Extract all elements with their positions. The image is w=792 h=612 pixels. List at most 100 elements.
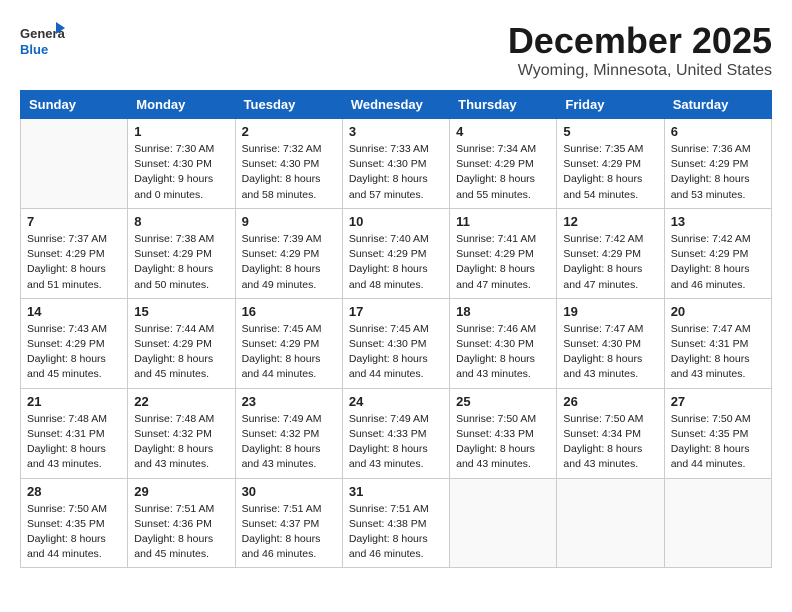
calendar-cell: 11 Sunrise: 7:41 AMSunset: 4:29 PMDayligh… — [450, 208, 557, 298]
calendar-cell: 12 Sunrise: 7:42 AMSunset: 4:29 PMDayligh… — [557, 208, 664, 298]
day-number: 26 — [563, 394, 657, 409]
day-number: 25 — [456, 394, 550, 409]
calendar-cell: 9 Sunrise: 7:39 AMSunset: 4:29 PMDaylight… — [235, 208, 342, 298]
weekday-header-thursday: Thursday — [450, 91, 557, 119]
day-info: Sunrise: 7:48 AMSunset: 4:32 PMDaylight:… — [134, 412, 228, 473]
day-info: Sunrise: 7:45 AMSunset: 4:30 PMDaylight:… — [349, 322, 443, 383]
calendar-cell: 6Sunrise: 7:36 AMSunset: 4:29 PMDaylight… — [664, 119, 771, 209]
day-number: 15 — [134, 304, 228, 319]
day-number: 11 — [456, 214, 550, 229]
calendar-cell: 17 Sunrise: 7:45 AMSunset: 4:30 PMDayligh… — [342, 298, 449, 388]
logo-icon: General Blue — [20, 20, 65, 60]
logo: General Blue — [20, 20, 65, 60]
day-info: Sunrise: 7:30 AMSunset: 4:30 PMDaylight:… — [134, 142, 228, 203]
day-info: Sunrise: 7:51 AMSunset: 4:36 PMDaylight:… — [134, 502, 228, 563]
day-number: 13 — [671, 214, 765, 229]
calendar-cell: 4 Sunrise: 7:34 AMSunset: 4:29 PMDaylight… — [450, 119, 557, 209]
day-number: 27 — [671, 394, 765, 409]
day-number: 30 — [242, 484, 336, 499]
calendar-cell: 1 Sunrise: 7:30 AMSunset: 4:30 PMDaylight… — [128, 119, 235, 209]
day-number: 2 — [242, 124, 336, 139]
day-number: 31 — [349, 484, 443, 499]
calendar-cell: 2 Sunrise: 7:32 AMSunset: 4:30 PMDaylight… — [235, 119, 342, 209]
calendar-cell: 26 Sunrise: 7:50 AMSunset: 4:34 PMDayligh… — [557, 388, 664, 478]
day-info: Sunrise: 7:48 AMSunset: 4:31 PMDaylight:… — [27, 412, 121, 473]
day-number: 18 — [456, 304, 550, 319]
day-number: 22 — [134, 394, 228, 409]
day-number: 21 — [27, 394, 121, 409]
calendar-cell: 24 Sunrise: 7:49 AMSunset: 4:33 PMDayligh… — [342, 388, 449, 478]
day-number: 9 — [242, 214, 336, 229]
calendar-cell: 31 Sunrise: 7:51 AMSunset: 4:38 PMDayligh… — [342, 478, 449, 568]
day-info: Sunrise: 7:47 AMSunset: 4:30 PMDaylight:… — [563, 322, 657, 383]
day-info: Sunrise: 7:32 AMSunset: 4:30 PMDaylight:… — [242, 142, 336, 203]
day-number: 17 — [349, 304, 443, 319]
day-number: 1 — [134, 124, 228, 139]
day-number: 3 — [349, 124, 443, 139]
week-row-1: 7 Sunrise: 7:37 AMSunset: 4:29 PMDaylight… — [21, 208, 772, 298]
calendar-cell: 7 Sunrise: 7:37 AMSunset: 4:29 PMDaylight… — [21, 208, 128, 298]
day-info: Sunrise: 7:49 AMSunset: 4:32 PMDaylight:… — [242, 412, 336, 473]
calendar-cell — [21, 119, 128, 209]
day-info: Sunrise: 7:33 AMSunset: 4:30 PMDaylight:… — [349, 142, 443, 203]
calendar-cell: 13 Sunrise: 7:42 AMSunset: 4:29 PMDayligh… — [664, 208, 771, 298]
title-block: December 2025 Wyoming, Minnesota, United… — [508, 20, 772, 80]
calendar-cell: 29 Sunrise: 7:51 AMSunset: 4:36 PMDayligh… — [128, 478, 235, 568]
day-info: Sunrise: 7:50 AMSunset: 4:34 PMDaylight:… — [563, 412, 657, 473]
day-info: Sunrise: 7:34 AMSunset: 4:29 PMDaylight:… — [456, 142, 550, 203]
day-info: Sunrise: 7:39 AMSunset: 4:29 PMDaylight:… — [242, 232, 336, 293]
day-number: 4 — [456, 124, 550, 139]
weekday-header-tuesday: Tuesday — [235, 91, 342, 119]
day-number: 19 — [563, 304, 657, 319]
week-row-0: 1 Sunrise: 7:30 AMSunset: 4:30 PMDaylight… — [21, 119, 772, 209]
weekday-header-saturday: Saturday — [664, 91, 771, 119]
calendar-cell: 15Sunrise: 7:44 AMSunset: 4:29 PMDayligh… — [128, 298, 235, 388]
calendar-cell: 20 Sunrise: 7:47 AMSunset: 4:31 PMDayligh… — [664, 298, 771, 388]
day-info: Sunrise: 7:51 AMSunset: 4:37 PMDaylight:… — [242, 502, 336, 563]
day-number: 14 — [27, 304, 121, 319]
calendar-cell — [557, 478, 664, 568]
day-info: Sunrise: 7:43 AMSunset: 4:29 PMDaylight:… — [27, 322, 121, 383]
day-number: 23 — [242, 394, 336, 409]
location-title: Wyoming, Minnesota, United States — [508, 62, 772, 80]
week-row-4: 28 Sunrise: 7:50 AMSunset: 4:35 PMDayligh… — [21, 478, 772, 568]
calendar-cell — [664, 478, 771, 568]
day-info: Sunrise: 7:45 AMSunset: 4:29 PMDaylight:… — [242, 322, 336, 383]
week-row-2: 14 Sunrise: 7:43 AMSunset: 4:29 PMDayligh… — [21, 298, 772, 388]
day-number: 28 — [27, 484, 121, 499]
day-info: Sunrise: 7:37 AMSunset: 4:29 PMDaylight:… — [27, 232, 121, 293]
calendar-cell: 3 Sunrise: 7:33 AMSunset: 4:30 PMDaylight… — [342, 119, 449, 209]
weekday-header-friday: Friday — [557, 91, 664, 119]
day-number: 8 — [134, 214, 228, 229]
day-number: 20 — [671, 304, 765, 319]
day-info: Sunrise: 7:47 AMSunset: 4:31 PMDaylight:… — [671, 322, 765, 383]
day-info: Sunrise: 7:41 AMSunset: 4:29 PMDaylight:… — [456, 232, 550, 293]
weekday-header-sunday: Sunday — [21, 91, 128, 119]
day-info: Sunrise: 7:50 AMSunset: 4:33 PMDaylight:… — [456, 412, 550, 473]
day-info: Sunrise: 7:42 AMSunset: 4:29 PMDaylight:… — [671, 232, 765, 293]
calendar-cell: 5Sunrise: 7:35 AMSunset: 4:29 PMDaylight… — [557, 119, 664, 209]
day-info: Sunrise: 7:40 AMSunset: 4:29 PMDaylight:… — [349, 232, 443, 293]
day-info: Sunrise: 7:51 AMSunset: 4:38 PMDaylight:… — [349, 502, 443, 563]
calendar-cell: 8Sunrise: 7:38 AMSunset: 4:29 PMDaylight… — [128, 208, 235, 298]
calendar-cell: 18Sunrise: 7:46 AMSunset: 4:30 PMDayligh… — [450, 298, 557, 388]
day-info: Sunrise: 7:50 AMSunset: 4:35 PMDaylight:… — [671, 412, 765, 473]
page-header: General Blue December 2025 Wyoming, Minn… — [20, 20, 772, 80]
day-number: 5 — [563, 124, 657, 139]
day-info: Sunrise: 7:42 AMSunset: 4:29 PMDaylight:… — [563, 232, 657, 293]
day-info: Sunrise: 7:50 AMSunset: 4:35 PMDaylight:… — [27, 502, 121, 563]
calendar-cell: 30 Sunrise: 7:51 AMSunset: 4:37 PMDayligh… — [235, 478, 342, 568]
day-number: 12 — [563, 214, 657, 229]
calendar-cell: 27 Sunrise: 7:50 AMSunset: 4:35 PMDayligh… — [664, 388, 771, 478]
weekday-header-monday: Monday — [128, 91, 235, 119]
calendar-cell: 14 Sunrise: 7:43 AMSunset: 4:29 PMDayligh… — [21, 298, 128, 388]
calendar-cell: 19 Sunrise: 7:47 AMSunset: 4:30 PMDayligh… — [557, 298, 664, 388]
weekday-header-wednesday: Wednesday — [342, 91, 449, 119]
calendar-cell: 21 Sunrise: 7:48 AMSunset: 4:31 PMDayligh… — [21, 388, 128, 478]
calendar-table: SundayMondayTuesdayWednesdayThursdayFrid… — [20, 90, 772, 568]
day-number: 7 — [27, 214, 121, 229]
day-number: 24 — [349, 394, 443, 409]
week-row-3: 21 Sunrise: 7:48 AMSunset: 4:31 PMDayligh… — [21, 388, 772, 478]
day-info: Sunrise: 7:49 AMSunset: 4:33 PMDaylight:… — [349, 412, 443, 473]
day-number: 29 — [134, 484, 228, 499]
